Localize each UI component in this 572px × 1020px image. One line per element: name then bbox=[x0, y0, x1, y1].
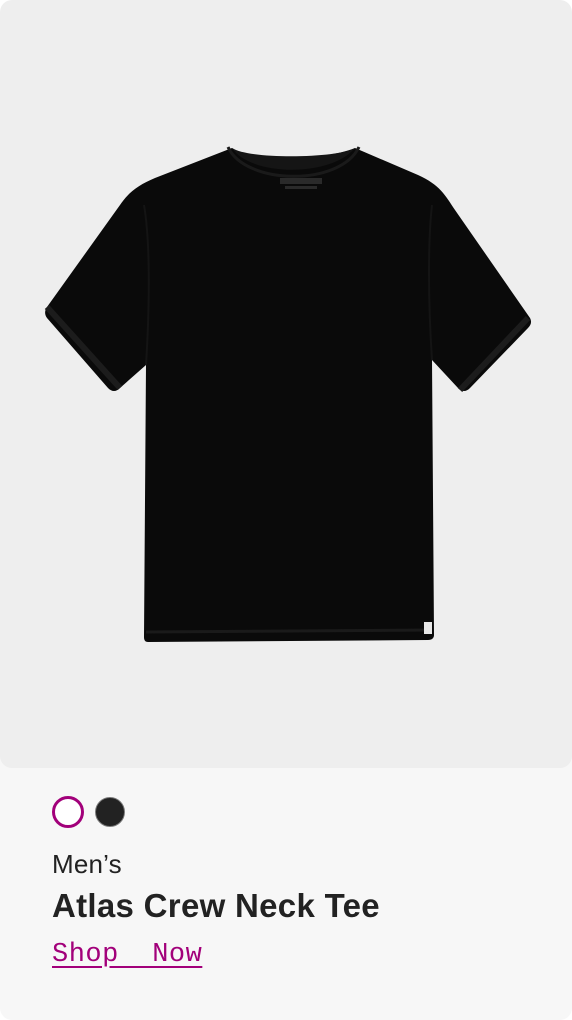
product-title[interactable]: Atlas Crew Neck Tee bbox=[52, 886, 552, 926]
shop-now-link[interactable]: Shop Now bbox=[52, 936, 202, 974]
product-info: Men’s Atlas Crew Neck Tee Shop Now bbox=[52, 796, 552, 974]
tshirt-icon bbox=[44, 146, 532, 642]
product-category: Men’s bbox=[52, 849, 122, 879]
color-swatch-selected[interactable] bbox=[52, 796, 84, 828]
color-swatch-black[interactable] bbox=[94, 796, 126, 828]
color-swatches bbox=[52, 796, 552, 828]
product-image[interactable] bbox=[0, 0, 572, 768]
swatch-dot bbox=[95, 797, 125, 827]
product-card[interactable]: Men’s Atlas Crew Neck Tee Shop Now bbox=[0, 0, 572, 1020]
